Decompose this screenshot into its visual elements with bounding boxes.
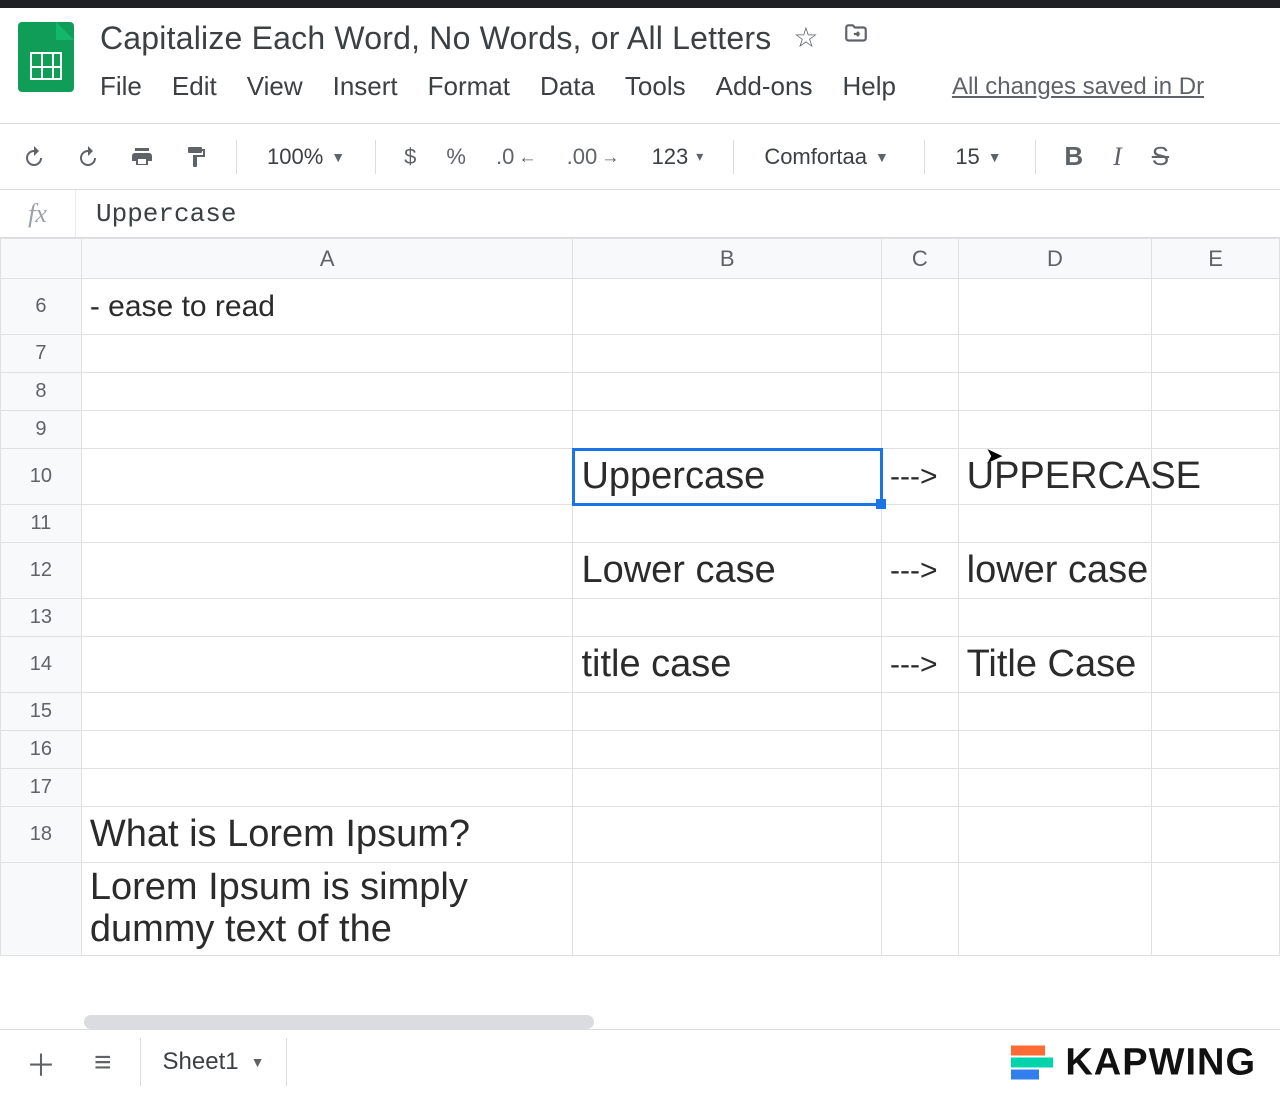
row-header-19[interactable] — [1, 863, 82, 956]
sheets-logo-icon — [18, 22, 74, 92]
row-header-8[interactable]: 8 — [1, 373, 82, 411]
row-header-6[interactable]: 6 — [1, 279, 82, 335]
cell-A19[interactable]: Lorem Ipsum is simply dummy text of the — [81, 863, 573, 956]
row-header-7[interactable]: 7 — [1, 335, 82, 373]
format-currency-button[interactable]: $ — [396, 138, 424, 176]
separator — [375, 140, 376, 174]
menu-file[interactable]: File — [100, 71, 142, 102]
separator — [1035, 140, 1036, 174]
separator — [733, 140, 734, 174]
app-header: Capitalize Each Word, No Words, or All L… — [0, 8, 1280, 124]
save-status[interactable]: All changes saved in Dr — [952, 73, 1204, 101]
italic-button[interactable]: I — [1105, 136, 1130, 178]
cell-A6[interactable]: - ease to read — [81, 279, 573, 335]
chevron-down-icon: ▼ — [988, 149, 1002, 165]
cell-B10[interactable]: Uppercase — [573, 449, 882, 505]
menu-view[interactable]: View — [247, 71, 303, 102]
undo-button[interactable] — [14, 139, 54, 175]
strikethrough-button[interactable]: S — [1144, 135, 1177, 178]
row-header-15[interactable]: 15 — [1, 693, 82, 731]
toolbar: 100%▼ $ % .0← .00→ 123▾ Comfortaa▼ 15▼ B… — [0, 124, 1280, 190]
cell-D6[interactable] — [958, 279, 1152, 335]
horizontal-scrollbar[interactable] — [84, 1015, 594, 1029]
sheet-tab-label: Sheet1 — [163, 1048, 239, 1076]
menu-format[interactable]: Format — [428, 71, 510, 102]
column-header-E[interactable]: E — [1152, 239, 1280, 279]
add-sheet-button[interactable]: ＋ — [16, 1033, 66, 1093]
row-header-9[interactable]: 9 — [1, 411, 82, 449]
fx-icon: fx — [0, 190, 76, 237]
star-icon[interactable]: ☆ — [793, 21, 818, 54]
formula-bar: fx — [0, 190, 1280, 238]
row-header-11[interactable]: 11 — [1, 505, 82, 543]
chevron-down-icon: ▼ — [875, 149, 889, 165]
row-header-14[interactable]: 14 — [1, 637, 82, 693]
kapwing-label: KAPWING — [1065, 1041, 1256, 1084]
bold-button[interactable]: B — [1056, 135, 1091, 178]
move-to-folder-icon[interactable] — [841, 21, 871, 54]
cell-D12[interactable]: lower case — [958, 543, 1152, 599]
menu-help[interactable]: Help — [842, 71, 895, 102]
row-header-13[interactable]: 13 — [1, 599, 82, 637]
all-sheets-button[interactable]: ≡ — [84, 1038, 122, 1088]
menu-insert[interactable]: Insert — [333, 71, 398, 102]
cell-A10[interactable] — [81, 449, 573, 505]
chevron-down-icon[interactable]: ▼ — [251, 1054, 265, 1070]
cell-C10[interactable]: ---> — [882, 449, 959, 505]
menu-tools[interactable]: Tools — [625, 71, 686, 102]
chevron-down-icon: ▼ — [331, 149, 345, 165]
chevron-down-icon: ▾ — [696, 148, 703, 165]
row-header-10[interactable]: 10 — [1, 449, 82, 505]
font-size-dropdown[interactable]: 15▼ — [945, 138, 1015, 176]
browser-top-strip — [0, 0, 1280, 8]
print-button[interactable] — [122, 139, 162, 175]
more-formats-dropdown[interactable]: 123▾ — [642, 138, 714, 176]
menu-bar: File Edit View Insert Format Data Tools … — [100, 71, 1204, 102]
cell-B6[interactable] — [573, 279, 882, 335]
sheet-tab-bar: ＋ ≡ Sheet1 ▼ KAPWING — [0, 1029, 1280, 1095]
kapwing-watermark: KAPWING — [1011, 1041, 1256, 1084]
format-percent-button[interactable]: % — [438, 138, 474, 176]
cell-C14[interactable]: ---> — [882, 637, 959, 693]
menu-data[interactable]: Data — [540, 71, 595, 102]
column-header-D[interactable]: D — [958, 239, 1152, 279]
document-title[interactable]: Capitalize Each Word, No Words, or All L… — [100, 18, 771, 57]
cell-A7[interactable] — [81, 335, 573, 373]
formula-input[interactable] — [76, 190, 1280, 237]
row-header-16[interactable]: 16 — [1, 731, 82, 769]
increase-decimal-button[interactable]: .00→ — [559, 138, 628, 176]
menu-edit[interactable]: Edit — [172, 71, 217, 102]
separator — [236, 140, 237, 174]
cell-A18[interactable]: What is Lorem Ipsum? — [81, 807, 573, 863]
column-header-C[interactable]: C — [882, 239, 959, 279]
cell-C12[interactable]: ---> — [882, 543, 959, 599]
cell-B14[interactable]: title case — [573, 637, 882, 693]
paint-format-button[interactable] — [176, 139, 216, 175]
cell-D10[interactable]: UPPERCASE — [958, 449, 1152, 505]
column-header-B[interactable]: B — [573, 239, 882, 279]
select-all-corner[interactable] — [1, 239, 82, 279]
row-header-18[interactable]: 18 — [1, 807, 82, 863]
row-header-12[interactable]: 12 — [1, 543, 82, 599]
font-family-dropdown[interactable]: Comfortaa▼ — [754, 138, 904, 176]
cell-C6[interactable] — [882, 279, 959, 335]
spreadsheet-grid[interactable]: A B C D E 6 - ease to read 7 8 9 10 Uppe… — [0, 238, 1280, 1029]
redo-button[interactable] — [68, 139, 108, 175]
row-header-17[interactable]: 17 — [1, 769, 82, 807]
separator — [924, 140, 925, 174]
column-header-A[interactable]: A — [81, 239, 573, 279]
menu-addons[interactable]: Add-ons — [716, 71, 813, 102]
cell-B12[interactable]: Lower case — [573, 543, 882, 599]
kapwing-logo-icon — [1011, 1046, 1053, 1080]
cell-D14[interactable]: Title Case — [958, 637, 1152, 693]
cell-E6[interactable] — [1152, 279, 1280, 335]
zoom-dropdown[interactable]: 100%▼ — [257, 138, 355, 176]
sheet-tab-sheet1[interactable]: Sheet1 ▼ — [140, 1038, 288, 1086]
decrease-decimal-button[interactable]: .0← — [488, 138, 545, 176]
